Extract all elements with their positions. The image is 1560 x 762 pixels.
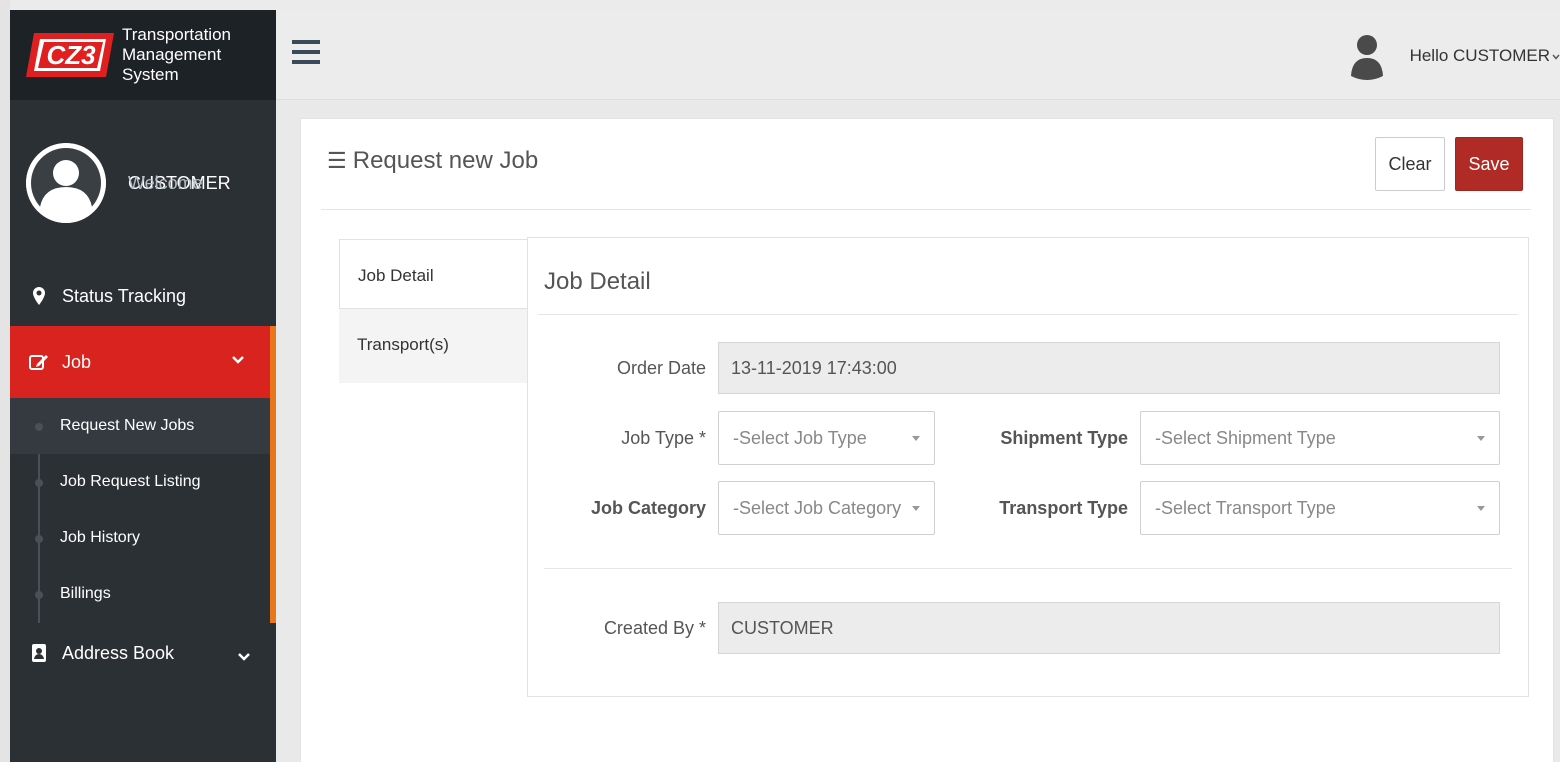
logo-text: CZ3 xyxy=(46,40,96,70)
caret-down-icon xyxy=(912,436,920,441)
submenu-item-label: Billings xyxy=(60,585,111,602)
sidebar-item-label: Job xyxy=(62,351,92,372)
sidebar-item-address-book[interactable]: Address Book xyxy=(10,623,276,683)
avatar xyxy=(26,143,106,223)
job-category-select[interactable]: -Select Job Category xyxy=(718,481,935,535)
window-frame-left xyxy=(0,0,10,762)
transport-type-select[interactable]: -Select Transport Type xyxy=(1140,481,1500,535)
welcome-label: Welcome xyxy=(128,172,203,193)
brand-header: CZ3 Transportation Management System xyxy=(10,10,276,100)
menu-toggle-icon[interactable] xyxy=(292,40,320,66)
submenu-item-job-request-listing[interactable]: Job Request Listing xyxy=(10,454,270,510)
list-icon: ☰ xyxy=(327,148,347,173)
tab-job-detail[interactable]: Job Detail xyxy=(339,239,527,309)
page-title: ☰ Request new Job xyxy=(327,147,538,175)
order-date-field: 13-11-2019 17:43:00 xyxy=(718,342,1500,394)
job-type-label: Job Type * xyxy=(621,428,706,448)
submenu-item-billings[interactable]: Billings xyxy=(10,566,270,622)
transport-type-value: -Select Transport Type xyxy=(1155,497,1336,518)
bullet-icon xyxy=(35,479,43,487)
job-type-select[interactable]: -Select Job Type xyxy=(718,411,935,465)
tab-transports[interactable]: Transport(s) xyxy=(339,309,527,383)
content-panel: ☰ Request new Job Clear Save Job Detail … xyxy=(300,118,1554,762)
caret-down-icon xyxy=(912,506,920,511)
divider xyxy=(321,209,1531,210)
sidebar-item-job[interactable]: Job xyxy=(10,326,276,398)
shipment-type-select[interactable]: -Select Shipment Type xyxy=(1140,411,1500,465)
top-bar: Hello CUSTOMER xyxy=(276,10,1560,100)
edit-icon xyxy=(28,353,50,371)
welcome-block: Welcome CUSTOMER xyxy=(128,173,231,194)
divider xyxy=(538,314,1518,315)
window-frame-top xyxy=(0,0,1560,10)
submenu-item-label: Job Request Listing xyxy=(60,473,201,490)
job-category-label: Job Category xyxy=(590,498,706,518)
user-icon xyxy=(1350,32,1384,80)
job-type-value: -Select Job Type xyxy=(733,427,867,448)
job-category-value: -Select Job Category xyxy=(733,497,902,518)
user-profile: Welcome CUSTOMER xyxy=(10,100,276,266)
chevron-down-icon xyxy=(1552,47,1560,65)
chevron-down-icon xyxy=(232,348,244,369)
user-menu[interactable]: Hello CUSTOMER xyxy=(1350,32,1560,80)
user-greeting: Hello CUSTOMER xyxy=(1409,46,1550,65)
job-detail-form: Job Detail Order Date 13-11-2019 17:43:0… xyxy=(527,237,1529,697)
app-title: Transportation Management System xyxy=(122,25,276,85)
caret-down-icon xyxy=(1477,506,1485,511)
map-marker-icon xyxy=(28,287,50,305)
submenu-item-label: Job History xyxy=(60,529,141,546)
page-title-text: Request new Job xyxy=(352,147,539,174)
order-date-label: Order Date xyxy=(616,358,706,378)
bullet-icon xyxy=(35,535,43,543)
created-by-field: CUSTOMER xyxy=(718,602,1500,654)
company-logo[interactable]: CZ3 xyxy=(26,31,114,79)
sidebar-item-label: Status Tracking xyxy=(62,285,187,306)
transport-type-label: Transport Type xyxy=(999,498,1128,518)
tab-list: Job Detail Transport(s) xyxy=(339,239,527,383)
shipment-type-value: -Select Shipment Type xyxy=(1155,427,1336,448)
bullet-icon xyxy=(35,423,43,431)
sidebar-item-label: Address Book xyxy=(62,642,175,663)
caret-down-icon xyxy=(1477,436,1485,441)
clear-button[interactable]: Clear xyxy=(1375,137,1445,191)
bullet-icon xyxy=(35,591,43,599)
section-title: Job Detail xyxy=(544,268,651,295)
sidebar-item-status-tracking[interactable]: Status Tracking xyxy=(10,266,276,326)
chevron-down-icon xyxy=(238,645,250,666)
created-by-label: Created By * xyxy=(603,618,706,638)
submenu-item-request-new-jobs[interactable]: Request New Jobs xyxy=(10,398,270,454)
job-submenu: Request New Jobs Job Request Listing Job… xyxy=(10,398,276,623)
shipment-type-label: Shipment Type xyxy=(1000,428,1128,448)
save-button[interactable]: Save xyxy=(1455,137,1523,191)
app-title-line2: Management System xyxy=(122,45,222,84)
app-title-line1: Transportation xyxy=(122,25,231,44)
sidebar: CZ3 Transportation Management System Wel… xyxy=(10,10,276,762)
submenu-item-job-history[interactable]: Job History xyxy=(10,510,270,566)
divider xyxy=(544,568,1512,569)
address-book-icon xyxy=(28,644,50,662)
submenu-item-label: Request New Jobs xyxy=(60,417,195,434)
